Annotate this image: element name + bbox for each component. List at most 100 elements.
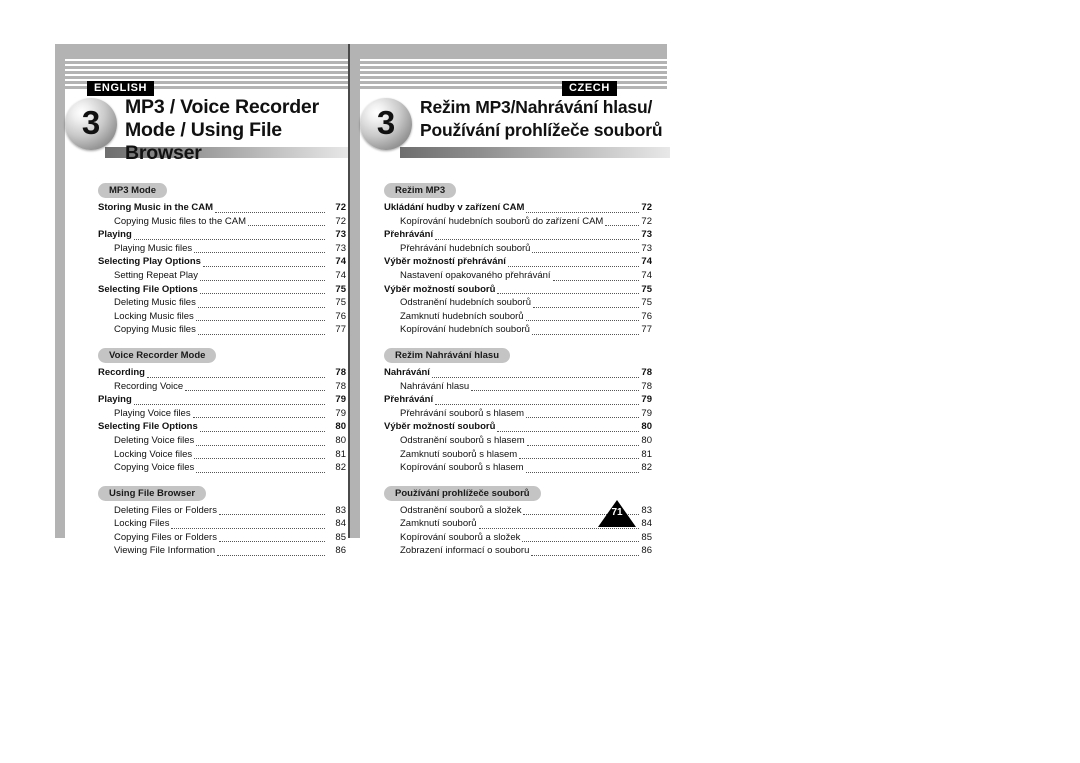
toc-entry[interactable]: Copying Music files 77 [98,323,346,337]
toc-entry-title: Přehrávání [384,394,434,406]
toc-entry-title: Výběr možností souborů [384,421,496,433]
toc-entry-leader-dots [194,450,325,460]
toc-entry[interactable]: Storing Music in the CAM 72 [98,201,346,215]
toc-entry[interactable]: Playing 79 [98,393,346,407]
toc-entry-page-number: 72 [335,215,346,227]
toc-entry[interactable]: Ukládání hudby v zařízení CAM 72 [384,201,652,215]
toc-entry-page-number: 81 [641,448,652,460]
toc-entry-page-number: 75 [335,283,346,295]
toc-entry[interactable]: Selecting File Options 80 [98,420,346,434]
toc-entry[interactable]: Nahrávání 78 [384,366,652,380]
toc-entry[interactable]: Copying Files or Folders 85 [98,531,346,545]
toc-entry-leader-dots [194,244,325,254]
toc-entry-page-number: 73 [335,242,346,254]
toc-entry-page-number: 85 [335,531,346,543]
toc-entry-title: Výběr možností souborů [384,283,496,295]
toc-entry-page-number: 77 [641,324,652,336]
toc-entry-page-number: 76 [641,310,652,322]
toc-entry-title: Recording Voice [114,380,184,392]
toc-entry-leader-dots [185,382,325,392]
toc-entry-page-number: 72 [641,202,652,213]
toc-entry-page-number: 79 [335,407,346,419]
toc-entry[interactable]: Přehrávání 73 [384,228,652,242]
chapter-number-badge-left: 3 [65,98,117,150]
toc-entry-leader-dots [471,382,639,392]
toc-entry[interactable]: Zamknutí souborů s hlasem 81 [384,448,652,462]
toc-entry-leader-dots [519,450,639,460]
toc-entry-leader-dots [525,312,639,322]
toc-entry-page-number: 80 [641,421,652,433]
toc-entry-page-number: 79 [641,394,652,406]
toc-entry-page-number: 83 [335,504,346,516]
toc-entry[interactable]: Kopírování souborů s hlasem 82 [384,461,652,475]
toc-entry[interactable]: Locking Files 84 [98,517,346,531]
toc-entry[interactable]: Přehrávání souborů s hlasem 79 [384,407,652,421]
toc-entry-leader-dots [435,231,639,240]
toc-entry[interactable]: Viewing File Information 86 [98,544,346,558]
toc-entry[interactable]: Přehrávání hudebních souborů 73 [384,242,652,256]
toc-entry[interactable]: Recording 78 [98,366,346,380]
toc-entry-title: Deleting Voice files [114,434,195,446]
toc-entry[interactable]: Selecting Play Options 74 [98,255,346,269]
toc-entry[interactable]: Výběr možností souborů 75 [384,283,652,297]
toc-entry[interactable]: Copying Voice files 82 [98,461,346,475]
toc-entry-title: Playing [98,229,132,241]
toc-entry[interactable]: Přehrávání 79 [384,393,652,407]
toc-entry[interactable]: Recording Voice 78 [98,380,346,394]
toc-entry-leader-dots [192,409,325,419]
toc-entry-leader-dots [431,369,639,378]
chapter-header-right: 3 Režim MP3/Nahrávání hlasu/ Používání p… [360,96,670,158]
toc-entry[interactable]: Playing 73 [98,228,346,242]
page-edge-rail-right [350,44,360,538]
toc-section-pill: Voice Recorder Mode [98,347,217,363]
toc-entry-leader-dots [531,547,639,557]
toc-entry-title: Nastavení opakovaného přehrávání [400,269,551,281]
toc-entry-leader-dots [605,217,639,227]
toc-entry-title: Selecting File Options [98,421,198,433]
toc-section-pill: Používání prohlížeče souborů [384,485,541,501]
toc-entry-page-number: 81 [335,448,346,460]
chapter-underbar-right [400,147,670,158]
toc-entry-page-number: 79 [641,407,652,419]
toc-entry[interactable]: Locking Voice files 81 [98,448,346,462]
toc-entry[interactable]: Copying Music files to the CAM 72 [98,215,346,229]
toc-entry-title: Přehrávání souborů s hlasem [400,407,525,419]
toc-entry-leader-dots [197,299,325,308]
toc-entry[interactable]: Playing Voice files 79 [98,407,346,421]
toc-entry[interactable]: Deleting Voice files 80 [98,434,346,448]
header-stripe-band-right [350,44,667,90]
toc-entry[interactable]: Odstranění hudebních souborů 75 [384,296,652,310]
toc-entry[interactable]: Kopírování hudebních souborů do zařízení… [384,215,652,229]
toc-entry-leader-dots [526,409,639,419]
toc-entry[interactable]: Odstranění souborů s hlasem 80 [384,434,652,448]
toc-entry-title: Odstranění souborů a složek [400,504,522,516]
toc-entry-leader-dots [195,312,325,322]
toc-entry-title: Selecting Play Options [98,256,201,268]
toc-entry[interactable]: Nastavení opakovaného přehrávání 74 [384,269,652,283]
toc-entry[interactable]: Zobrazení informací o souboru 86 [384,544,652,558]
toc-entry[interactable]: Výběr možností přehrávání 74 [384,255,652,269]
toc-entry[interactable]: Deleting Files or Folders 83 [98,504,346,518]
toc-entry[interactable]: Locking Music files 76 [98,310,346,324]
toc-entry-page-number: 80 [335,421,346,433]
toc-entry[interactable]: Zamknutí hudebních souborů 76 [384,310,652,324]
toc-section: MP3 Mode Storing Music in the CAM 72 Copyin… [98,180,346,337]
chapter-title-right: Režim MP3/Nahrávání hlasu/ Používání pro… [420,96,670,142]
toc-entry-page-number: 76 [335,310,346,322]
toc-entry-title: Locking Music files [114,310,194,322]
toc-entry[interactable]: Kopírování souborů a složek 85 [384,531,652,545]
toc-entry-leader-dots [525,464,639,473]
toc-entry[interactable]: Nahrávání hlasu 78 [384,380,652,394]
toc-entry[interactable]: Selecting File Options 75 [98,283,346,297]
table-of-contents-english: MP3 Mode Storing Music in the CAM 72 Copyin… [98,180,346,566]
chapter-title-right-line1: Režim MP3/Nahrávání hlasu/ [420,97,653,117]
page-number-value: 71 [611,507,623,518]
toc-entry[interactable]: Setting Repeat Play 74 [98,269,346,283]
toc-entry-leader-dots [196,464,325,473]
toc-entry[interactable]: Kopírování hudebních souborů 77 [384,323,652,337]
toc-entry-page-number: 82 [335,462,346,474]
toc-entry[interactable]: Playing Music files 73 [98,242,346,256]
toc-entry[interactable]: Deleting Music files 75 [98,296,346,310]
toc-entry-leader-dots [197,326,325,335]
toc-entry[interactable]: Výběr možností souborů 80 [384,420,652,434]
